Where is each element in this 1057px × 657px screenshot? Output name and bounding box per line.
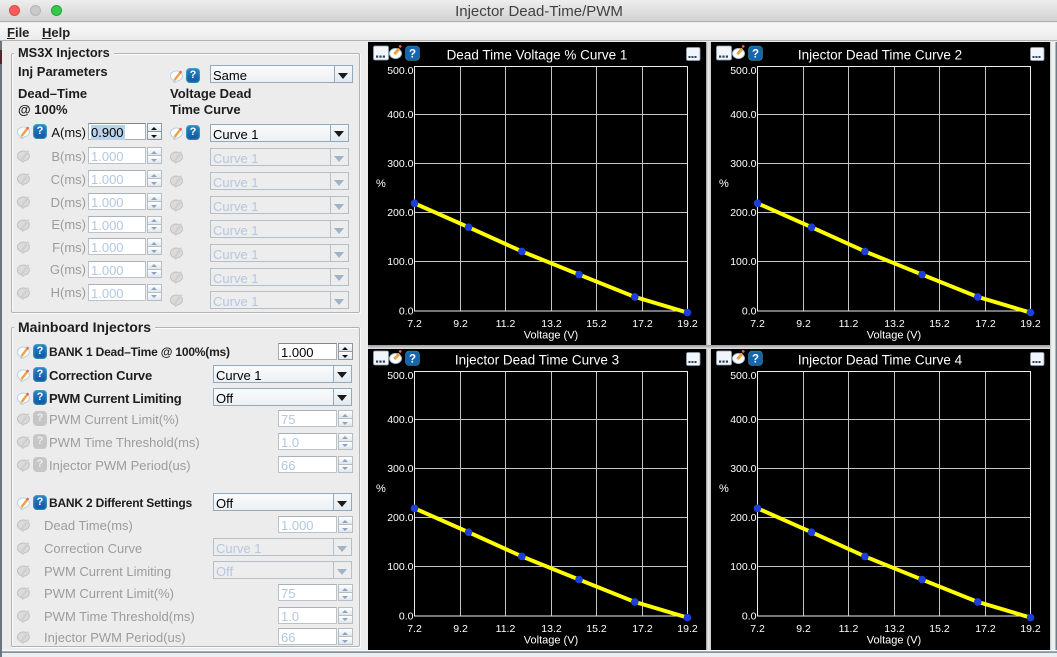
svg-text:?: ? bbox=[409, 354, 416, 366]
svg-text:Voltage (V): Voltage (V) bbox=[867, 330, 921, 342]
svg-text:19.2: 19.2 bbox=[677, 623, 698, 635]
svg-text:?: ? bbox=[752, 49, 759, 61]
svg-text:Injector Dead Time Curve 3: Injector Dead Time Curve 3 bbox=[455, 353, 619, 368]
svg-text:7.2: 7.2 bbox=[750, 318, 765, 330]
svg-text:0.0: 0.0 bbox=[742, 306, 757, 318]
svg-text:100.0: 100.0 bbox=[730, 561, 756, 573]
svg-text:Voltage (V): Voltage (V) bbox=[524, 635, 578, 647]
svg-text:100.0: 100.0 bbox=[387, 256, 413, 268]
svg-text:200.0: 200.0 bbox=[730, 207, 756, 219]
svg-text:7.2: 7.2 bbox=[407, 318, 422, 330]
svg-text:100.0: 100.0 bbox=[387, 561, 413, 573]
svg-text:Dead Time Voltage % Curve 1: Dead Time Voltage % Curve 1 bbox=[447, 48, 628, 63]
svg-text:200.0: 200.0 bbox=[387, 207, 413, 219]
svg-text:500.0: 500.0 bbox=[387, 370, 413, 382]
svg-text:11.2: 11.2 bbox=[496, 623, 516, 635]
svg-text:11.2: 11.2 bbox=[496, 318, 516, 330]
svg-text:%: % bbox=[719, 178, 729, 190]
svg-text:300.0: 300.0 bbox=[730, 158, 756, 170]
svg-text:9.2: 9.2 bbox=[796, 623, 811, 635]
svg-text:200.0: 200.0 bbox=[387, 512, 413, 524]
svg-text:Injector Dead Time Curve 2: Injector Dead Time Curve 2 bbox=[798, 48, 962, 63]
svg-text:0.0: 0.0 bbox=[742, 611, 757, 623]
svg-text:15.2: 15.2 bbox=[586, 623, 607, 635]
svg-text:300.0: 300.0 bbox=[730, 463, 756, 475]
svg-text:200.0: 200.0 bbox=[730, 512, 756, 524]
svg-text:19.2: 19.2 bbox=[1020, 318, 1041, 330]
svg-text:13.2: 13.2 bbox=[884, 318, 905, 330]
svg-text:11.2: 11.2 bbox=[839, 318, 859, 330]
svg-text:13.2: 13.2 bbox=[541, 623, 562, 635]
svg-text:17.2: 17.2 bbox=[632, 623, 653, 635]
svg-text:11.2: 11.2 bbox=[839, 623, 859, 635]
svg-text:13.2: 13.2 bbox=[884, 623, 905, 635]
svg-text:?: ? bbox=[752, 354, 759, 366]
svg-text:17.2: 17.2 bbox=[975, 318, 996, 330]
svg-text:300.0: 300.0 bbox=[387, 158, 413, 170]
svg-text:?: ? bbox=[409, 49, 416, 61]
svg-text:400.0: 400.0 bbox=[387, 109, 413, 121]
svg-text:15.2: 15.2 bbox=[586, 318, 607, 330]
svg-text:300.0: 300.0 bbox=[387, 463, 413, 475]
svg-text:9.2: 9.2 bbox=[796, 318, 811, 330]
svg-text:Voltage (V): Voltage (V) bbox=[867, 635, 921, 647]
svg-text:9.2: 9.2 bbox=[453, 318, 468, 330]
svg-text:500.0: 500.0 bbox=[387, 65, 413, 77]
svg-text:17.2: 17.2 bbox=[975, 623, 996, 635]
svg-text:19.2: 19.2 bbox=[1020, 623, 1041, 635]
svg-text:15.2: 15.2 bbox=[929, 623, 950, 635]
svg-text:7.2: 7.2 bbox=[407, 623, 422, 635]
svg-text:500.0: 500.0 bbox=[730, 65, 756, 77]
svg-text:400.0: 400.0 bbox=[730, 109, 756, 121]
svg-text:9.2: 9.2 bbox=[453, 623, 468, 635]
svg-text:%: % bbox=[719, 483, 729, 495]
svg-text:400.0: 400.0 bbox=[730, 414, 756, 426]
svg-text:19.2: 19.2 bbox=[677, 318, 698, 330]
svg-text:Injector Dead Time Curve 4: Injector Dead Time Curve 4 bbox=[798, 353, 963, 368]
svg-text:400.0: 400.0 bbox=[387, 414, 413, 426]
svg-text:100.0: 100.0 bbox=[730, 256, 756, 268]
svg-text:15.2: 15.2 bbox=[929, 318, 950, 330]
svg-text:7.2: 7.2 bbox=[750, 623, 765, 635]
svg-text:500.0: 500.0 bbox=[730, 370, 756, 382]
svg-text:13.2: 13.2 bbox=[541, 318, 562, 330]
svg-text:Voltage (V): Voltage (V) bbox=[524, 330, 578, 342]
svg-text:%: % bbox=[376, 483, 386, 495]
svg-text:%: % bbox=[376, 178, 386, 190]
svg-text:0.0: 0.0 bbox=[399, 611, 414, 623]
svg-text:17.2: 17.2 bbox=[632, 318, 653, 330]
svg-text:0.0: 0.0 bbox=[399, 306, 414, 318]
